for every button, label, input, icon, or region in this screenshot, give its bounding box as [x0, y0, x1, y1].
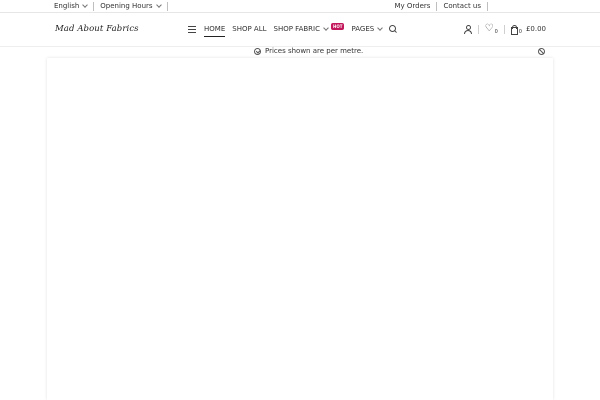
divider	[436, 1, 438, 11]
dismiss-notice-icon[interactable]	[538, 48, 545, 55]
divider	[503, 24, 505, 34]
hot-badge: HOT	[330, 23, 345, 30]
divider	[487, 1, 488, 11]
cart-button[interactable]: 0 £0.00	[510, 24, 546, 35]
main-content-area	[47, 58, 553, 400]
language-label: English	[54, 2, 80, 10]
hamburger-menu-icon[interactable]	[188, 25, 196, 33]
notice-message: Prices shown are per metre.	[254, 47, 363, 55]
nav-home-label: HOME	[204, 25, 226, 33]
cart-count: 0	[518, 28, 522, 35]
notice-bar: Prices shown are per metre.	[0, 46, 600, 58]
main-navigation: HOME SHOP ALL SHOP FABRIC HOT PAGES	[188, 23, 398, 37]
wishlist-count: 0	[494, 28, 498, 35]
divider	[93, 1, 95, 11]
top-utility-bar: English Opening Hours My Orders Contact …	[0, 0, 600, 13]
language-selector[interactable]: English	[54, 2, 89, 10]
shopping-bag-icon	[510, 24, 518, 35]
nav-shop-fabric-label: SHOP FABRIC	[273, 25, 320, 33]
contact-us-link[interactable]: Contact us	[443, 2, 481, 10]
nav-pages[interactable]: PAGES	[351, 25, 384, 33]
notice-text: Prices shown are per metre.	[265, 47, 364, 55]
nav-pages-label: PAGES	[351, 25, 375, 33]
opening-hours-dropdown[interactable]: Opening Hours	[100, 2, 162, 10]
wishlist-button[interactable]: ♡ 0	[485, 24, 498, 35]
my-orders-link[interactable]: My Orders	[395, 2, 431, 10]
topbar-left: English Opening Hours	[54, 0, 174, 12]
nav-shop-fabric[interactable]: SHOP FABRIC HOT	[273, 23, 345, 33]
heart-icon: ♡	[484, 23, 494, 34]
opening-hours-label: Opening Hours	[100, 2, 153, 10]
chevron-down-icon	[323, 25, 329, 31]
nav-home[interactable]: HOME	[204, 25, 226, 37]
site-logo[interactable]: Mad About Fabrics	[55, 24, 139, 34]
nav-shop-all-label: SHOP ALL	[232, 25, 267, 33]
divider	[477, 24, 479, 34]
user-account-icon[interactable]	[463, 24, 472, 34]
cart-total: £0.00	[525, 25, 546, 33]
nav-shop-all[interactable]: SHOP ALL	[232, 25, 266, 33]
chevron-down-icon	[155, 2, 162, 8]
check-circle-icon	[254, 47, 261, 55]
search-icon[interactable]	[389, 25, 398, 33]
header-actions: ♡ 0 0 £0.00	[463, 23, 546, 35]
chevron-down-icon	[377, 25, 384, 31]
chevron-down-icon	[82, 2, 89, 8]
divider	[166, 1, 168, 11]
topbar-right: My Orders Contact us	[395, 0, 495, 12]
site-header: Mad About Fabrics HOME SHOP ALL SHOP FAB…	[0, 13, 600, 47]
